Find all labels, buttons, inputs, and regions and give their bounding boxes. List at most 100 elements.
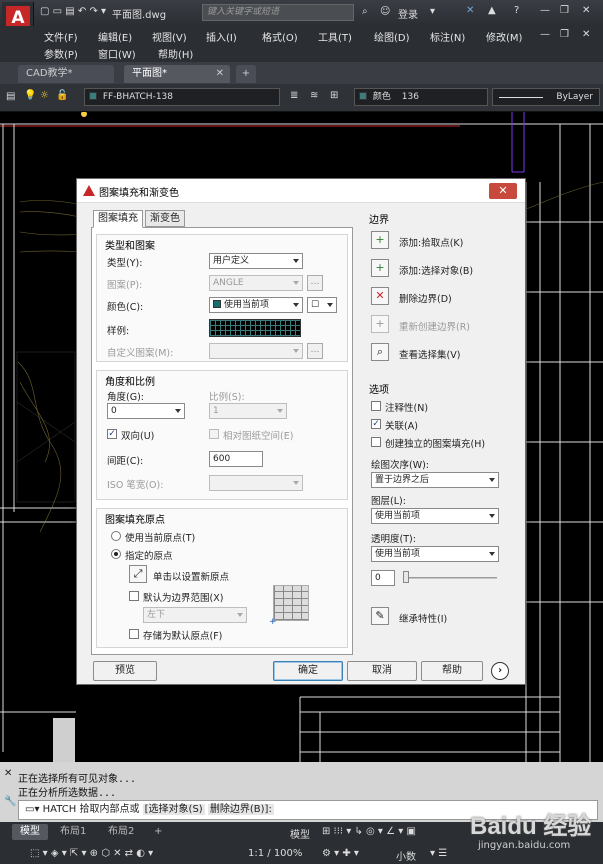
quick-access-icons[interactable]: ▢ ▭ ▤ ↶ ↷ ▾ <box>40 6 106 17</box>
menu-draw[interactable]: 绘图(D) <box>374 29 410 44</box>
close-icon[interactable]: ✕ <box>582 5 590 16</box>
tab-close-icon[interactable]: ✕ <box>216 65 224 83</box>
lock-icon[interactable]: 🔓 <box>56 90 68 101</box>
inherit-properties-icon[interactable]: ✎ <box>371 607 389 625</box>
remove-boundary-button[interactable]: 删除边界(D) <box>399 291 452 305</box>
hatch-sample-preview[interactable] <box>209 319 301 337</box>
tab-hatch[interactable]: 图案填充 <box>93 210 143 228</box>
inherit-properties-button[interactable]: 继承特性(I) <box>399 611 447 625</box>
annotative-checkbox[interactable] <box>371 401 381 411</box>
use-current-origin-radio[interactable] <box>111 531 121 541</box>
color-select[interactable]: 颜色 136 <box>354 88 488 106</box>
menu-dimension[interactable]: 标注(N) <box>430 29 465 44</box>
model-space-button[interactable]: 模型 <box>290 826 310 841</box>
layout-tab-add[interactable]: + <box>146 824 170 840</box>
layout-tab-model[interactable]: 模型 <box>12 824 48 840</box>
minimize-icon[interactable]: — <box>540 5 550 16</box>
transparency-slider[interactable] <box>403 577 497 579</box>
account-icon[interactable]: ▲ <box>488 5 496 16</box>
store-default-checkbox[interactable] <box>129 629 139 639</box>
doc-close-icon[interactable]: ✕ <box>582 29 590 40</box>
transparency-slider-thumb[interactable] <box>403 571 409 583</box>
status-tool-icons[interactable]: ⬚ ▾ ◈ ▾ ⇱ ▾ ⊕ ⬡ ✕ ⇄ ◐ ▾ <box>30 848 153 859</box>
units-select[interactable]: 小数 <box>396 848 416 863</box>
grid-snap-icons[interactable]: ⊞ ⁝⁝⁝ ▾ ↳ ◎ ▾ ∠ ▾ ▣ <box>322 826 416 837</box>
menu-parameters[interactable]: 参数(P) <box>44 46 78 61</box>
draw-order-select[interactable]: 置于边界之后 <box>371 472 499 488</box>
specified-origin-radio[interactable] <box>111 549 121 559</box>
settings-icons[interactable]: ⚙ ▾ ✚ ▾ <box>322 848 359 859</box>
restore-icon[interactable]: ❐ <box>560 5 569 16</box>
doc-tab-cad[interactable]: CAD教学* <box>18 65 114 83</box>
option-remove-boundary[interactable]: 删除边界(B)]: <box>207 804 274 815</box>
help-button[interactable]: ? <box>514 5 519 16</box>
doc-restore-icon[interactable]: ❐ <box>560 29 569 40</box>
dropdown-arrow-icon[interactable]: ▾ <box>430 6 435 17</box>
more-options-button[interactable]: › <box>491 662 509 680</box>
custom-pattern-select[interactable] <box>209 343 303 359</box>
menu-window[interactable]: 窗口(W) <box>98 46 136 61</box>
tab-gradient[interactable]: 渐变色 <box>145 210 185 227</box>
lightbulb-icon[interactable]: 💡 <box>24 90 36 101</box>
double-checkbox[interactable]: ✓ <box>107 429 117 439</box>
relative-paper-checkbox[interactable] <box>209 429 219 439</box>
add-select-objects-icon[interactable]: + <box>371 259 389 277</box>
close-command-icon[interactable]: ✕ <box>4 768 12 779</box>
menu-edit[interactable]: 编辑(E) <box>98 29 132 44</box>
cancel-button[interactable]: 取消 <box>347 661 417 681</box>
add-select-objects-button[interactable]: 添加:选择对象(B) <box>399 263 473 277</box>
menu-format[interactable]: 格式(O) <box>262 29 298 44</box>
previous-layer-icon[interactable]: ≋ <box>310 90 318 101</box>
binoculars-icon[interactable]: ⌕ <box>362 6 368 17</box>
scale-select[interactable]: 1 <box>209 403 287 419</box>
layout-tab-layout1[interactable]: 布局1 <box>52 824 94 840</box>
menu-tools[interactable]: 工具(T) <box>318 29 352 44</box>
add-pick-points-button[interactable]: 添加:拾取点(K) <box>399 235 463 249</box>
color-select[interactable]: 使用当前项 <box>209 297 303 313</box>
pattern-browse-button[interactable]: … <box>307 275 323 291</box>
add-pick-points-icon[interactable]: + <box>371 231 389 249</box>
transparency-select[interactable]: 使用当前项 <box>371 546 499 562</box>
login-link[interactable]: 登录 <box>398 6 418 21</box>
dialog-close-button[interactable]: ✕ <box>489 183 517 199</box>
layer-properties-icon[interactable]: ▤ <box>6 91 15 102</box>
exchange-icon[interactable]: ✕ <box>466 5 474 16</box>
layer-select[interactable]: 使用当前项 <box>371 508 499 524</box>
separate-hatches-checkbox[interactable] <box>371 437 381 447</box>
layout-tab-layout2[interactable]: 布局2 <box>100 824 142 840</box>
menu-icon[interactable]: ▾ ☰ <box>430 848 447 859</box>
default-extents-checkbox[interactable] <box>129 591 139 601</box>
type-select[interactable]: 用户定义 <box>209 253 303 269</box>
angle-select[interactable]: 0 <box>107 403 185 419</box>
preview-button[interactable]: 预览 <box>93 661 157 681</box>
menu-view[interactable]: 视图(V) <box>152 29 187 44</box>
menu-modify[interactable]: 修改(M) <box>486 29 522 44</box>
doc-tab-plan[interactable]: 平面图* ✕ <box>124 65 230 83</box>
search-input[interactable]: 键入关键字或短语 <box>202 4 354 21</box>
sun-icon[interactable]: ☼ <box>40 90 49 101</box>
wrench-icon[interactable]: 🔧 <box>4 796 16 807</box>
origin-position-select[interactable]: 左下 <box>143 607 247 623</box>
iso-pen-select[interactable] <box>209 475 303 491</box>
annotation-scale[interactable]: 1:1 / 100% <box>248 848 302 859</box>
menu-help[interactable]: 帮助(H) <box>158 46 193 61</box>
custom-pattern-browse-button[interactable]: … <box>307 343 323 359</box>
help-button[interactable]: 帮助 <box>421 661 483 681</box>
magnifier-icon[interactable]: ⌕ <box>371 343 389 361</box>
new-tab-button[interactable]: + <box>236 65 256 83</box>
transparency-input[interactable]: 0 <box>371 570 395 586</box>
menu-file[interactable]: 文件(F) <box>44 29 78 44</box>
linetype-select[interactable]: ByLayer <box>492 88 600 106</box>
option-select-objects[interactable]: [选择对象(S) <box>142 804 205 815</box>
background-color-select[interactable]: ☐ <box>307 297 337 313</box>
user-icon[interactable]: ☺ <box>380 6 390 17</box>
match-layer-icon[interactable]: ≣ <box>290 90 298 101</box>
layer-state-icon[interactable]: ⊞ <box>330 90 338 101</box>
menu-insert[interactable]: 插入(I) <box>206 29 237 44</box>
layer-select[interactable]: FF-BHATCH-138 <box>84 88 280 106</box>
set-origin-button[interactable]: ⤢ <box>129 565 147 583</box>
view-selection-button[interactable]: 查看选择集(V) <box>399 347 460 361</box>
ok-button[interactable]: 确定 <box>273 661 343 681</box>
remove-boundary-icon[interactable]: ✕ <box>371 287 389 305</box>
associative-checkbox[interactable]: ✓ <box>371 419 381 429</box>
